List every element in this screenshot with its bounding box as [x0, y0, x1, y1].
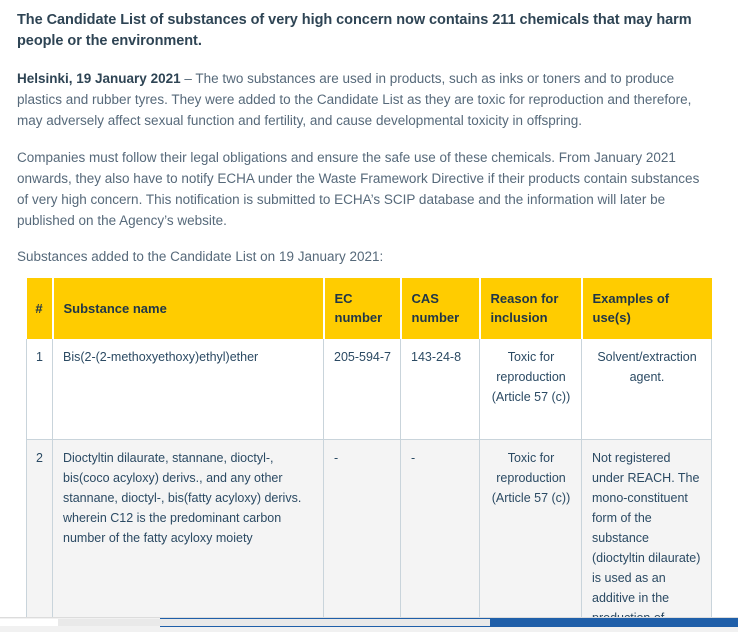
table-body: 1 Bis(2-(2-methoxyethoxy)ethyl)ether 205…	[26, 339, 712, 617]
cell-uses: Not registered under REACH. The mono-con…	[581, 439, 712, 617]
table-row: 1 Bis(2-(2-methoxyethoxy)ethyl)ether 205…	[26, 339, 712, 440]
scrollbar-thumb[interactable]	[0, 619, 58, 626]
cell-substance-name: Dioctyltin dilaurate, stannane, dioctyl-…	[52, 439, 324, 617]
article-lede: The Candidate List of substances of very…	[17, 12, 692, 49]
column-header-cas-number[interactable]: CAS number	[400, 278, 481, 339]
cell-ec-number: -	[323, 439, 401, 617]
cell-ec-number: 205-594-7	[323, 339, 401, 440]
article-paragraph-1: Helsinki, 19 January 2021 – The two subs…	[17, 68, 711, 131]
column-header-ec-number[interactable]: EC number	[323, 278, 402, 339]
column-header-number[interactable]: #	[26, 278, 54, 339]
cell-reason: Toxic for reproduction (Article 57 (c))	[479, 339, 582, 440]
table-intro-line: Substances added to the Candidate List o…	[17, 249, 384, 264]
substances-table: # Substance name EC number CAS number Re…	[26, 278, 712, 617]
column-header-uses[interactable]: Examples of use(s)	[581, 278, 712, 339]
article-page: The Candidate List of substances of very…	[0, 0, 738, 617]
scrollbar-track[interactable]	[0, 619, 490, 626]
article-content: The Candidate List of substances of very…	[0, 0, 738, 617]
table-head: # Substance name EC number CAS number Re…	[26, 278, 712, 339]
cell-substance-name: Bis(2-(2-methoxyethoxy)ethyl)ether	[52, 339, 324, 440]
cell-cas-number: 143-24-8	[400, 339, 480, 440]
scrollbar-accent-segment[interactable]	[654, 618, 738, 627]
cell-cas-number: -	[400, 439, 480, 617]
cell-uses: Solvent/extraction agent.	[581, 339, 712, 440]
cell-reason: Toxic for reproduction (Article 57 (c))	[479, 439, 582, 617]
article-dateline: Helsinki, 19 January 2021	[17, 71, 181, 86]
cell-number: 1	[26, 339, 53, 440]
dateline-dash: –	[180, 71, 196, 86]
table-header-row: # Substance name EC number CAS number Re…	[26, 278, 712, 339]
cell-number: 2	[26, 439, 53, 617]
column-header-reason[interactable]: Reason for inclusion	[479, 278, 583, 339]
horizontal-scrollbar[interactable]	[0, 617, 738, 632]
column-header-substance-name[interactable]: Substance name	[52, 278, 325, 339]
article-paragraph-2: Companies must follow their legal obliga…	[17, 150, 700, 228]
table-row: 2 Dioctyltin dilaurate, stannane, diocty…	[26, 439, 712, 617]
